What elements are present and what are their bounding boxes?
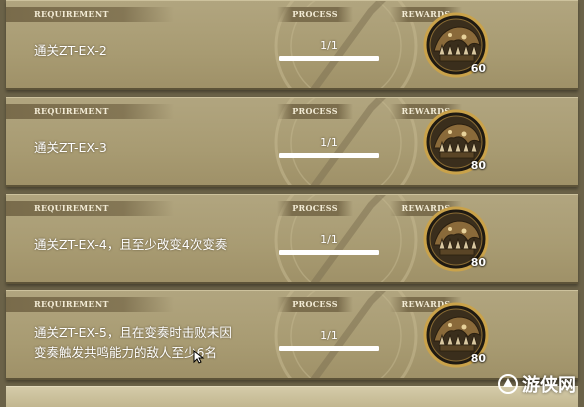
- requirement-line: 通关ZT-EX-4，且至少改变4次变奏: [34, 237, 228, 252]
- reward-item[interactable]: 80: [422, 301, 490, 369]
- progress-fill: [279, 346, 379, 351]
- progress-bar: [279, 250, 379, 255]
- requirement-line: 通关ZT-EX-3: [34, 140, 107, 155]
- reward-item[interactable]: 60: [422, 11, 490, 79]
- process-header: PROCESS: [277, 201, 353, 216]
- mouse-cursor-icon: [193, 350, 205, 364]
- mission-card: REQUIREMENT PROCESS REWARDS 通关ZT-EX-4，且至…: [6, 194, 578, 284]
- progress-bar: [279, 346, 379, 351]
- requirement-header: REQUIREMENT: [6, 7, 174, 22]
- progress-fill: [279, 153, 379, 158]
- watermark-text: 游侠网: [522, 375, 576, 396]
- mission-card: REQUIREMENT PROCESS REWARDS 通关ZT-EX-5，且在…: [6, 290, 578, 380]
- progress-text: 1/1: [320, 136, 338, 149]
- requirement-text: 通关ZT-EX-2: [34, 41, 107, 61]
- progress-bar: [279, 56, 379, 61]
- reward-count: 80: [470, 256, 486, 269]
- progress-bar: [279, 153, 379, 158]
- requirement-text: 通关ZT-EX-3: [34, 138, 107, 158]
- requirement-text: 通关ZT-EX-4，且至少改变4次变奏: [34, 235, 227, 255]
- watermark-logo-icon: [498, 374, 518, 394]
- requirement-line: 通关ZT-EX-2: [34, 43, 107, 58]
- mission-card: REQUIREMENT PROCESS REWARDS 通关ZT-EX-3 1/…: [6, 97, 578, 187]
- process-header: PROCESS: [277, 7, 353, 22]
- mission-card-partial: [6, 386, 578, 407]
- reward-count: 80: [470, 352, 486, 365]
- progress-text: 1/1: [320, 329, 338, 342]
- progress-text: 1/1: [320, 233, 338, 246]
- process-header: PROCESS: [277, 297, 353, 312]
- reward-count: 80: [470, 159, 486, 172]
- reward-item[interactable]: 80: [422, 205, 490, 273]
- requirement-line: 通关ZT-EX-5，且在变奏时击败未因: [34, 325, 232, 340]
- requirement-header: REQUIREMENT: [6, 201, 174, 216]
- reward-item[interactable]: 80: [422, 108, 490, 176]
- progress-text: 1/1: [320, 39, 338, 52]
- reward-count: 60: [470, 62, 486, 75]
- mission-card: REQUIREMENT PROCESS REWARDS 通关ZT-EX-2 1/…: [6, 0, 578, 90]
- progress-fill: [279, 56, 379, 61]
- watermark: 游侠网: [497, 371, 576, 397]
- progress-fill: [279, 250, 379, 255]
- requirement-header: REQUIREMENT: [6, 297, 174, 312]
- process-header: PROCESS: [277, 104, 353, 119]
- requirement-header: REQUIREMENT: [6, 104, 174, 119]
